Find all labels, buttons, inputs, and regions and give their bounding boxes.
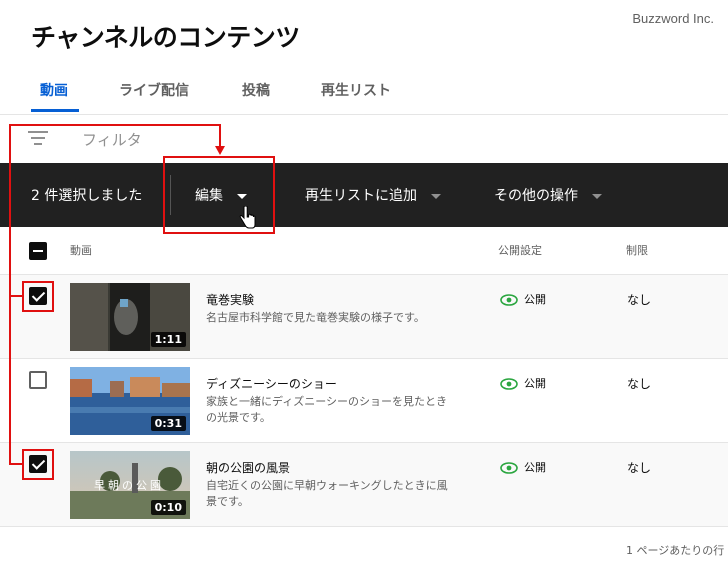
video-thumbnail[interactable]: 早朝の公園 0:10	[70, 451, 190, 519]
video-thumbnail[interactable]: 0:31	[70, 367, 190, 435]
active-tab-indicator	[31, 109, 79, 112]
annotation-box-edit	[163, 156, 275, 234]
other-actions-label: その他の操作	[494, 188, 578, 204]
filter-bar[interactable]: フィルタ	[0, 115, 728, 163]
visibility-label: 公開	[524, 293, 546, 306]
select-all-checkbox[interactable]	[29, 242, 47, 260]
video-description: 家族と一緒にディズニーシーのショーを見たときの光景です。	[206, 395, 448, 424]
other-actions-button[interactable]: その他の操作	[494, 185, 602, 205]
eye-icon	[500, 294, 518, 306]
header-restriction[interactable]: 制限	[626, 242, 648, 258]
visibility-cell[interactable]: 公開	[500, 459, 546, 475]
visibility-cell[interactable]: 公開	[500, 375, 546, 391]
rows-per-page-label: 1 ページあたりの行	[626, 544, 725, 557]
selected-count: 2 件選択しました	[31, 188, 143, 204]
video-title[interactable]: 朝の公園の風景	[206, 459, 290, 476]
annotation-line	[9, 124, 221, 126]
table-header: 動画 公開設定 制限	[0, 227, 728, 275]
duration-badge: 1:11	[150, 332, 186, 347]
add-to-playlist-button[interactable]: 再生リストに追加	[305, 185, 441, 205]
tab-live[interactable]: ライブ配信	[119, 80, 189, 100]
thumbnail-caption: 早朝の公園	[94, 479, 164, 492]
restriction-cell: なし	[627, 461, 652, 475]
annotation-line	[9, 295, 23, 297]
row-checkbox[interactable]	[29, 371, 47, 389]
video-title[interactable]: ディズニーシーのショー	[206, 375, 337, 392]
duration-badge: 0:31	[150, 416, 186, 431]
table-row[interactable]: 1:11 竜巻実験 名古屋市科学館で見た竜巻実験の様子です。 公開 なし	[0, 275, 728, 359]
visibility-label: 公開	[524, 461, 546, 474]
visibility-label: 公開	[524, 377, 546, 390]
tab-playlists[interactable]: 再生リスト	[321, 80, 391, 100]
add-to-playlist-label: 再生リストに追加	[305, 188, 417, 204]
eye-icon	[500, 378, 518, 390]
annotation-line	[9, 463, 23, 465]
chevron-down-icon	[592, 193, 602, 199]
annotation-line	[9, 124, 11, 464]
page-title: チャンネルのコンテンツ	[31, 23, 300, 52]
video-title[interactable]: 竜巻実験	[206, 291, 254, 308]
tab-posts[interactable]: 投稿	[242, 80, 270, 100]
header-video[interactable]: 動画	[70, 242, 92, 258]
chevron-down-icon	[431, 193, 441, 199]
annotation-line	[219, 124, 221, 148]
bulk-action-bar: 2 件選択しました 編集 再生リストに追加 その他の操作	[0, 163, 728, 227]
filter-icon[interactable]	[28, 131, 48, 147]
filter-input[interactable]: フィルタ	[82, 129, 142, 150]
tab-bar: 動画 ライブ配信 投稿 再生リスト	[0, 64, 728, 115]
annotation-box-row3	[22, 449, 54, 480]
duration-badge: 0:10	[150, 500, 186, 515]
visibility-cell[interactable]: 公開	[500, 291, 546, 307]
table-row[interactable]: 0:31 ディズニーシーのショー 家族と一緒にディズニーシーのショーを見たときの…	[0, 359, 728, 443]
annotation-arrow-icon	[215, 146, 225, 155]
header-visibility[interactable]: 公開設定	[498, 242, 542, 258]
tab-videos[interactable]: 動画	[40, 80, 68, 100]
restriction-cell: なし	[627, 377, 652, 391]
hand-cursor-icon	[239, 206, 256, 229]
restriction-cell: なし	[627, 293, 652, 307]
video-description: 自宅近くの公園に早朝ウォーキングしたときに風景です。	[206, 479, 448, 508]
annotation-box-row1	[22, 281, 54, 312]
table-row[interactable]: 早朝の公園 0:10 朝の公園の風景 自宅近くの公園に早朝ウォーキングしたときに…	[0, 443, 728, 527]
watermark: Buzzword Inc.	[632, 11, 714, 26]
eye-icon	[500, 462, 518, 474]
video-thumbnail[interactable]: 1:11	[70, 283, 190, 351]
video-description: 名古屋市科学館で見た竜巻実験の様子です。	[206, 311, 425, 324]
